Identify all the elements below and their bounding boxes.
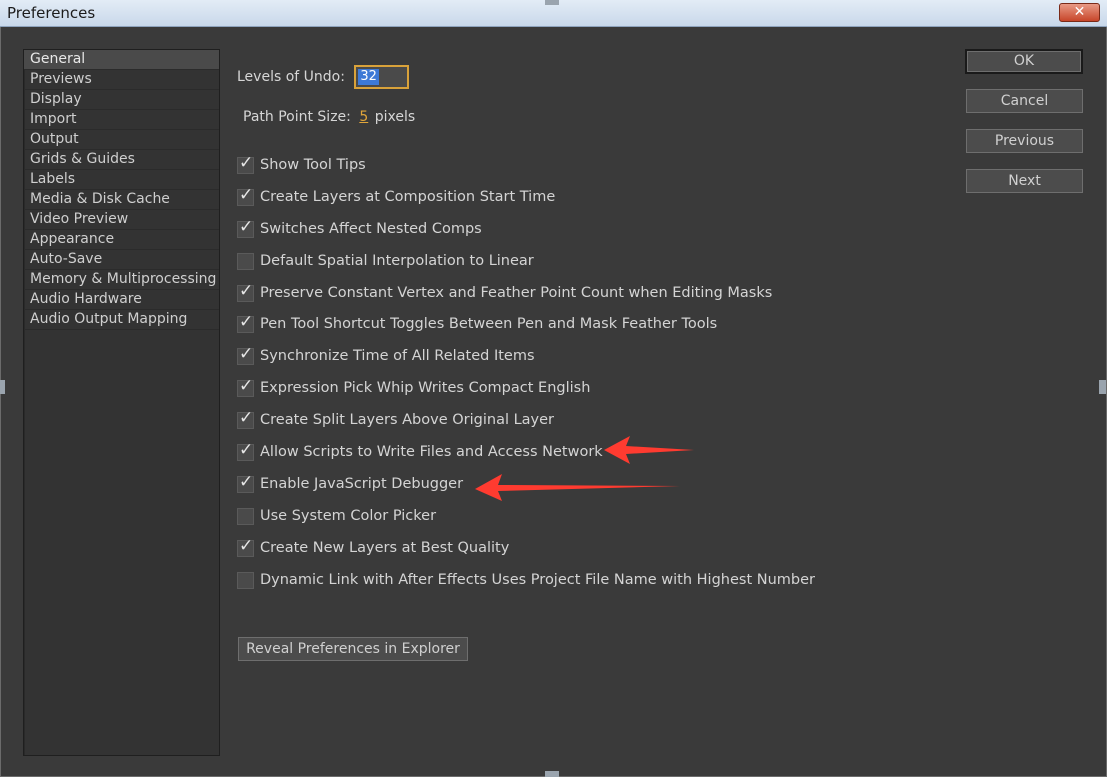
red-arrow-icon (604, 436, 694, 464)
red-arrow-icon (475, 474, 680, 501)
annotation-overlay (475, 436, 694, 501)
